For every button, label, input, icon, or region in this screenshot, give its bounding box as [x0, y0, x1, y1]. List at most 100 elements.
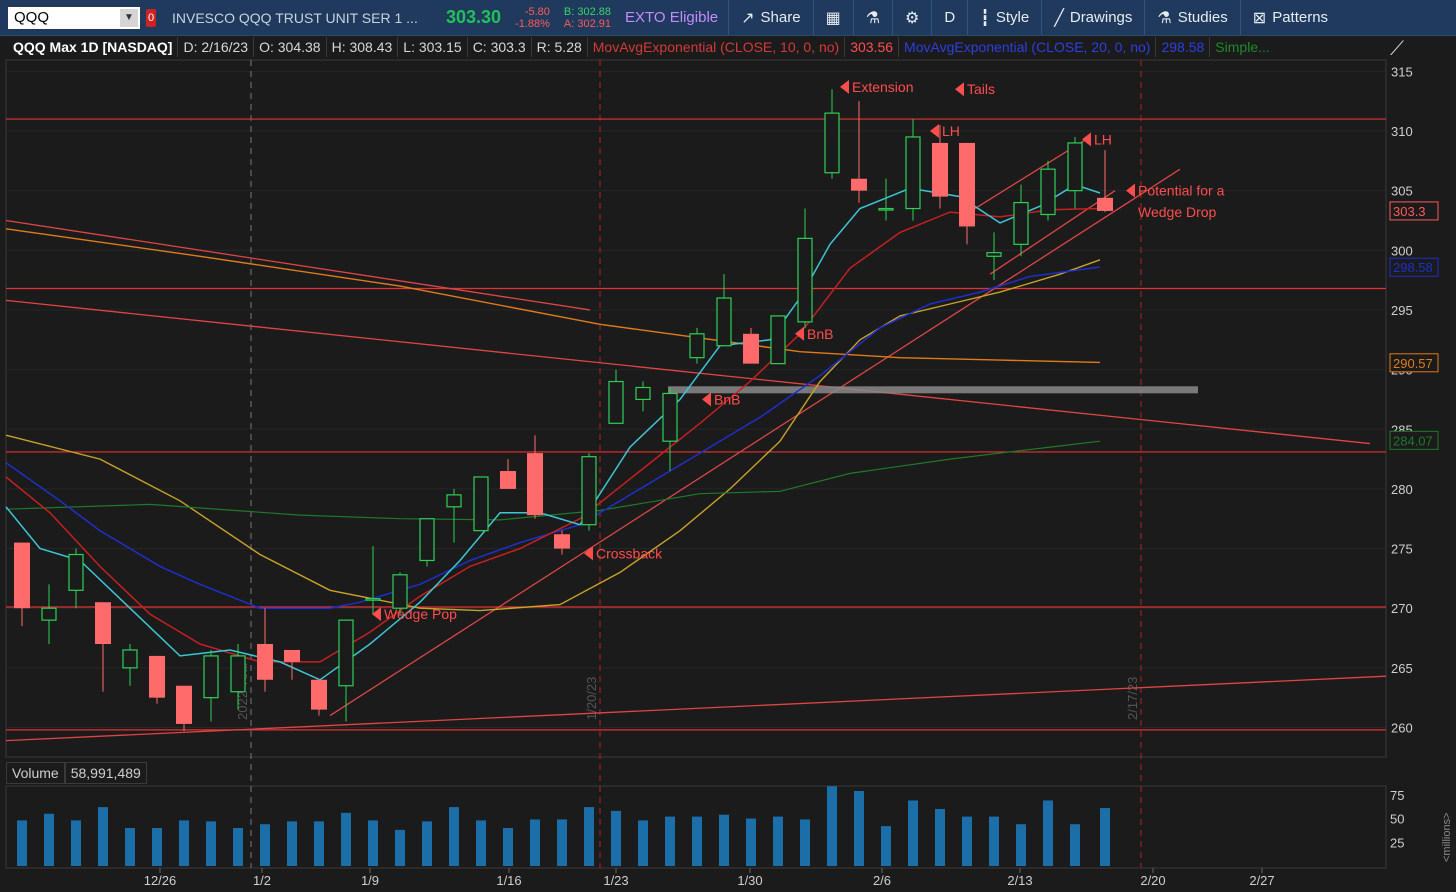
volume-bar [935, 809, 945, 866]
date-tick-label: 2/6 [873, 873, 891, 888]
legend-ema20[interactable]: MovAvgExponential (CLOSE, 20, 0, no) [899, 37, 1157, 57]
price-tick-label: 310 [1391, 124, 1413, 139]
candle-body [338, 619, 354, 687]
chart-annotation: Extension [852, 79, 913, 95]
volume-bar [1016, 824, 1026, 866]
candle-body [716, 297, 732, 347]
candle-body [959, 142, 975, 227]
legend-ema10[interactable]: MovAvgExponential (CLOSE, 10, 0, no) [588, 37, 846, 57]
price-tick-label: 280 [1391, 482, 1413, 497]
candle-body [122, 649, 138, 669]
legend-open: O: 304.38 [254, 37, 327, 57]
volume-bar [341, 812, 351, 866]
volume-bar [1043, 800, 1053, 866]
price-tick-label: 300 [1391, 243, 1413, 258]
date-tick-label: 12/26 [144, 873, 177, 888]
date-tick-label: 1/2 [253, 873, 271, 888]
volume-bar [530, 819, 540, 866]
volume-bar [503, 828, 513, 866]
volume-bar [638, 820, 648, 866]
vertical-marker-label: 2/17/23 [1125, 677, 1140, 720]
legend-close: C: 303.3 [468, 37, 532, 57]
price-axis-label: 290.57 [1393, 356, 1433, 371]
date-tick-label: 2/20 [1140, 873, 1165, 888]
candle-body [1067, 142, 1083, 192]
volume-bar [773, 816, 783, 866]
volume-bar [287, 821, 297, 866]
candle-body [662, 392, 678, 442]
candle-body [689, 333, 705, 359]
candle-body [527, 453, 543, 516]
volume-tick-label: 75 [1390, 788, 1404, 803]
volume-bar [44, 813, 54, 866]
price-tick-label: 315 [1391, 64, 1413, 79]
volume-bar [314, 821, 324, 866]
chart-title: QQQ Max 1D [NASDAQ] [8, 37, 179, 57]
candle-body [419, 518, 435, 562]
candle-body [284, 649, 300, 662]
candle-body [608, 380, 624, 424]
chart-annotation: Tails [967, 81, 995, 97]
candle-body [14, 542, 30, 609]
date-tick-label: 1/23 [603, 873, 628, 888]
volume-bar [152, 828, 162, 866]
legend-ema20-value: 298.58 [1156, 37, 1211, 57]
legend-high: H: 308.43 [327, 37, 399, 57]
candle-body [311, 679, 327, 710]
candle-body [986, 252, 1002, 257]
candle-body [500, 471, 516, 489]
volume-bar [71, 820, 81, 866]
volume-bar [368, 820, 378, 866]
chart-annotation: Crossback [596, 545, 663, 561]
legend-low: L: 303.15 [398, 37, 468, 57]
volume-bar [719, 814, 729, 866]
volume-bar [422, 821, 432, 866]
candle-body [932, 142, 948, 197]
chart-annotation: LH [1094, 131, 1112, 147]
volume-bar [962, 816, 972, 866]
candle-body [473, 476, 489, 532]
volume-label: Volume [6, 762, 65, 784]
candle-body [68, 553, 84, 591]
volume-unit-label: <millions> [1441, 812, 1453, 862]
volume-bar [17, 820, 27, 866]
candle-body [824, 112, 840, 174]
volume-bar [1100, 808, 1110, 866]
chart-annotation: Potential for a [1138, 183, 1225, 199]
volume-bar [800, 819, 810, 866]
price-axis-label: 298.58 [1393, 260, 1433, 275]
chart-legend: QQQ Max 1D [NASDAQ] D: 2/16/23 O: 304.38… [8, 36, 1275, 58]
legend-range: R: 5.28 [532, 37, 588, 57]
volume-bar [125, 828, 135, 866]
price-tick-label: 260 [1391, 721, 1413, 736]
volume-bar [827, 786, 837, 866]
candle-body [446, 494, 462, 508]
date-tick-label: 1/9 [361, 873, 379, 888]
candle-body [797, 237, 813, 323]
volume-bar [449, 807, 459, 866]
price-axis-label: 284.07 [1393, 433, 1433, 448]
date-tick-label: 2/27 [1249, 873, 1274, 888]
volume-bar [611, 810, 621, 866]
price-chart[interactable]: 3153103053002952902852802752702652602022… [0, 0, 1456, 892]
candle-body [203, 655, 219, 699]
volume-value: 58,991,489 [64, 762, 147, 784]
price-tick-label: 275 [1391, 542, 1413, 557]
date-tick-label: 1/16 [496, 873, 521, 888]
volume-bar [746, 818, 756, 866]
candle-body [878, 207, 894, 211]
legend-simple[interactable]: Simple... [1210, 37, 1274, 57]
candle-body [743, 333, 759, 364]
volume-bar [665, 816, 675, 866]
price-tick-label: 265 [1391, 661, 1413, 676]
candle-body [41, 607, 57, 621]
volume-bar [179, 820, 189, 866]
chart-annotation: LH [942, 123, 960, 139]
volume-tick-label: 25 [1390, 835, 1404, 850]
volume-bar [476, 820, 486, 866]
candle-body [851, 178, 867, 191]
drawing-tool-icon[interactable]: ⟋ [1390, 38, 1404, 61]
candle-body [635, 386, 651, 401]
volume-legend: Volume 58,991,489 [6, 762, 147, 784]
price-tick-label: 295 [1391, 303, 1413, 318]
